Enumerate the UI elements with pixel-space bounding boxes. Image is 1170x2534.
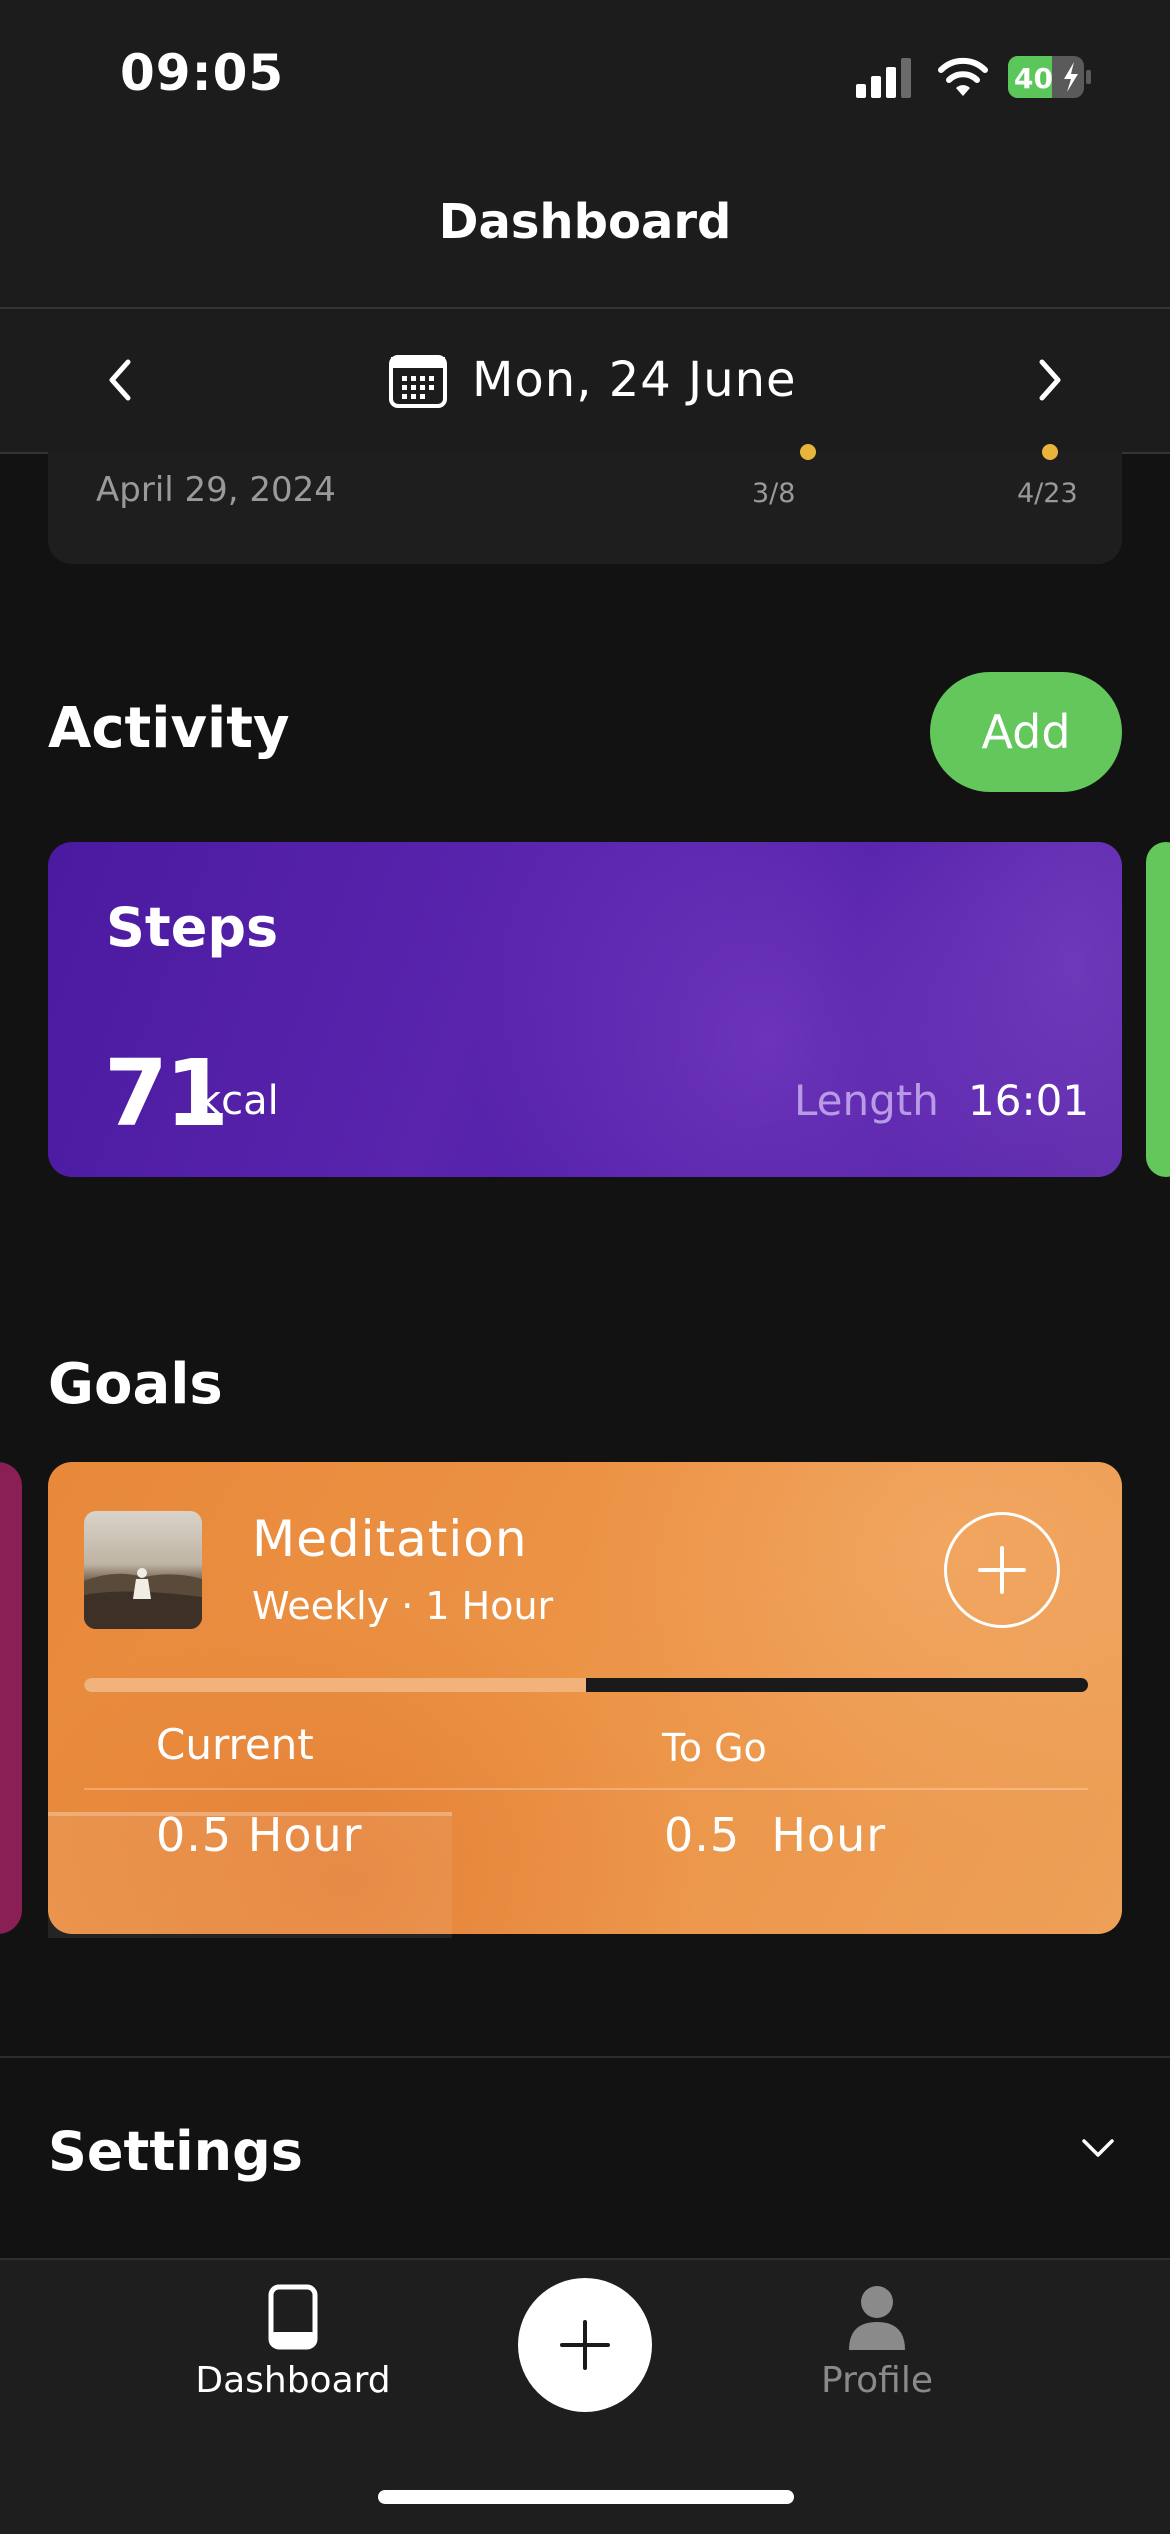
status-time: 09:05 bbox=[120, 44, 285, 102]
wifi-icon bbox=[938, 57, 988, 96]
to-go-value: 0.5 Hour bbox=[664, 1808, 887, 1862]
activity-unit: kcal bbox=[198, 1078, 279, 1124]
cellular-signal-icon bbox=[856, 58, 911, 98]
tab-dashboard[interactable]: Dashboard bbox=[188, 2284, 398, 2401]
tab-dashboard-label: Dashboard bbox=[195, 2360, 391, 2401]
tab-profile[interactable]: Profile bbox=[772, 2284, 982, 2401]
partial-marker-label: 3/8 bbox=[752, 478, 796, 509]
plus-icon bbox=[560, 2320, 610, 2370]
page-title: Dashboard bbox=[438, 194, 732, 250]
current-value: 0.5 Hour bbox=[156, 1808, 363, 1862]
length-label: Length bbox=[794, 1076, 939, 1125]
person-icon bbox=[849, 2286, 905, 2350]
chevron-left-icon bbox=[109, 359, 131, 401]
next-activity-card[interactable] bbox=[1146, 842, 1170, 1177]
goal-title: Meditation bbox=[252, 1510, 528, 1568]
goal-progress-fill bbox=[84, 1678, 586, 1692]
chevron-down-icon[interactable] bbox=[1080, 2130, 1116, 2166]
goal-subtitle: Weekly · 1 Hour bbox=[252, 1584, 554, 1628]
next-day-button[interactable] bbox=[1010, 340, 1090, 420]
home-indicator bbox=[378, 2490, 794, 2504]
calendar-icon bbox=[389, 355, 447, 408]
goals-title: Goals bbox=[48, 1352, 223, 1417]
goal-progress-bar bbox=[84, 1678, 1088, 1692]
marker-dot bbox=[800, 444, 816, 460]
goal-divider bbox=[84, 1788, 1088, 1790]
to-go-label: To Go bbox=[662, 1726, 767, 1770]
log-goal-button[interactable] bbox=[944, 1512, 1060, 1628]
meditation-person-image bbox=[84, 1568, 202, 1629]
goal-thumbnail bbox=[84, 1511, 202, 1629]
plus-icon bbox=[978, 1546, 1026, 1594]
partial-card-date: April 29, 2024 bbox=[96, 470, 336, 510]
add-activity-button[interactable]: Add bbox=[930, 672, 1122, 792]
activity-card-title: Steps bbox=[106, 896, 279, 959]
tab-profile-label: Profile bbox=[821, 2360, 933, 2401]
date-picker[interactable]: Mon, 24 June bbox=[388, 350, 797, 410]
current-label: Current bbox=[156, 1720, 314, 1769]
phone-icon bbox=[268, 2284, 318, 2350]
marker-dot bbox=[1042, 444, 1058, 460]
partial-marker-label: 4/23 bbox=[1017, 478, 1078, 509]
add-button[interactable] bbox=[518, 2278, 652, 2412]
current-date: Mon, 24 June bbox=[472, 352, 797, 408]
length-value: 16:01 bbox=[968, 1076, 1090, 1125]
previous-goal-card[interactable] bbox=[0, 1462, 22, 1934]
battery-icon: 40 bbox=[1008, 56, 1091, 98]
chevron-right-icon bbox=[1039, 359, 1061, 401]
battery-level: 40 bbox=[1014, 62, 1053, 95]
settings-title: Settings bbox=[48, 2120, 303, 2183]
activity-title: Activity bbox=[48, 696, 290, 761]
previous-day-button[interactable] bbox=[80, 340, 160, 420]
